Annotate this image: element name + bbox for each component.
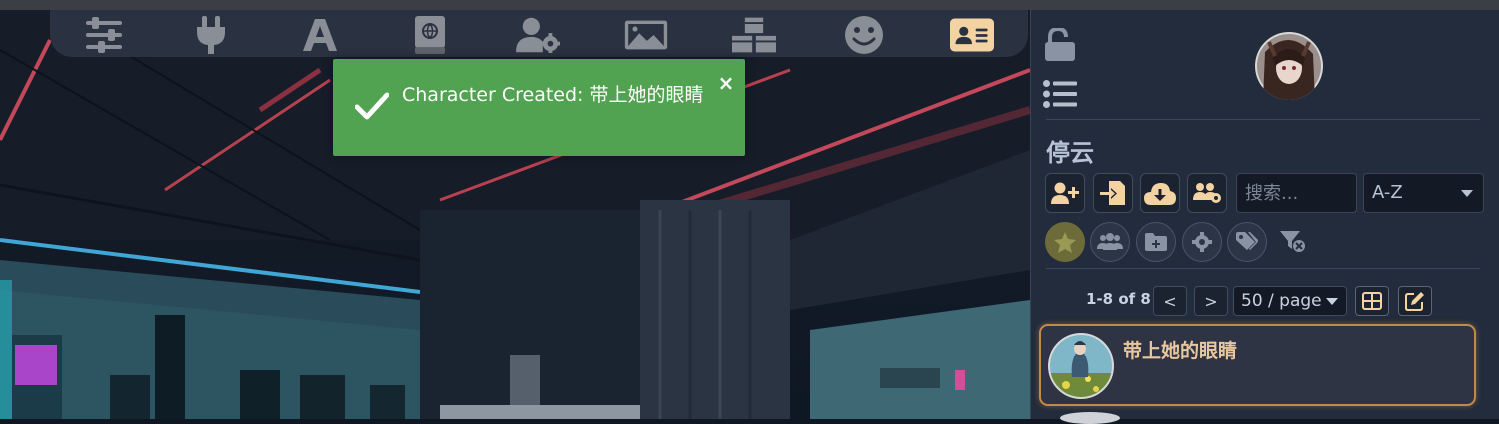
filter-clear-icon[interactable] [1280,231,1306,253]
character-card[interactable]: 带上她的眼睛 [1039,324,1476,406]
sliders-icon[interactable] [82,15,126,55]
plug-icon[interactable] [189,15,233,55]
grid-view-button[interactable] [1355,286,1389,316]
chevron-down-icon [1461,190,1473,197]
folder-plus-icon [1145,233,1167,251]
group-title: 停云 [1046,139,1094,167]
favorites-filter-button[interactable] [1045,222,1085,262]
smile-icon[interactable] [842,15,886,55]
checkmark-icon [355,92,389,120]
edit-icon [1405,292,1424,311]
cubes-icon[interactable] [732,15,776,55]
user-plus-icon [1051,182,1079,204]
pagination-count: 1-8 of 8 [1086,290,1151,308]
download-character-button[interactable] [1140,173,1180,213]
toast-message: Character Created: 带上她的眼睛 [402,84,704,106]
browser-top-strip [0,0,1499,10]
unlock-icon[interactable] [1044,28,1076,62]
panel-divider [1046,268,1480,269]
create-character-button[interactable] [1045,173,1085,213]
character-search-input[interactable] [1236,173,1357,213]
character-name: 带上她的眼睛 [1123,340,1238,362]
settings-filter-button[interactable] [1182,222,1222,262]
users-icon [1097,233,1123,250]
panel-divider [1046,119,1480,120]
folder-filter-button[interactable] [1136,222,1176,262]
import-character-button[interactable] [1093,173,1133,213]
top-navigation-bar [50,10,1028,57]
book-atlas-icon[interactable] [408,15,452,55]
next-page-button[interactable]: > [1194,286,1228,316]
prev-page-button[interactable]: < [1153,286,1187,316]
chevron-down-icon [1326,298,1338,305]
gear-icon [1192,232,1212,252]
bulk-edit-button[interactable] [1398,286,1432,316]
star-icon [1054,231,1076,253]
font-icon[interactable] [298,15,342,55]
sort-select[interactable]: A-Z [1363,173,1484,213]
groups-filter-button[interactable] [1090,222,1130,262]
file-import-icon [1100,181,1125,205]
user-gear-icon[interactable] [516,15,560,55]
success-toast: Character Created: 带上她的眼睛 × [333,59,745,156]
page-size-select[interactable]: 50 / page [1233,286,1347,316]
create-group-button[interactable] [1187,173,1227,213]
image-icon[interactable] [624,15,668,55]
character-avatar [1048,333,1114,399]
page-size-value: 50 / page [1241,291,1322,311]
users-gear-icon [1193,183,1221,203]
table-cells-icon [1362,292,1382,310]
list-icon[interactable] [1043,80,1077,108]
group-avatar[interactable] [1255,32,1323,100]
sort-select-value: A-Z [1372,182,1403,203]
next-character-avatar[interactable] [1060,412,1120,424]
cloud-download-icon [1144,183,1176,205]
address-card-icon[interactable] [950,15,994,55]
toast-close-button[interactable]: × [717,73,735,93]
tags-icon [1236,232,1258,250]
tags-filter-button[interactable] [1227,222,1267,262]
